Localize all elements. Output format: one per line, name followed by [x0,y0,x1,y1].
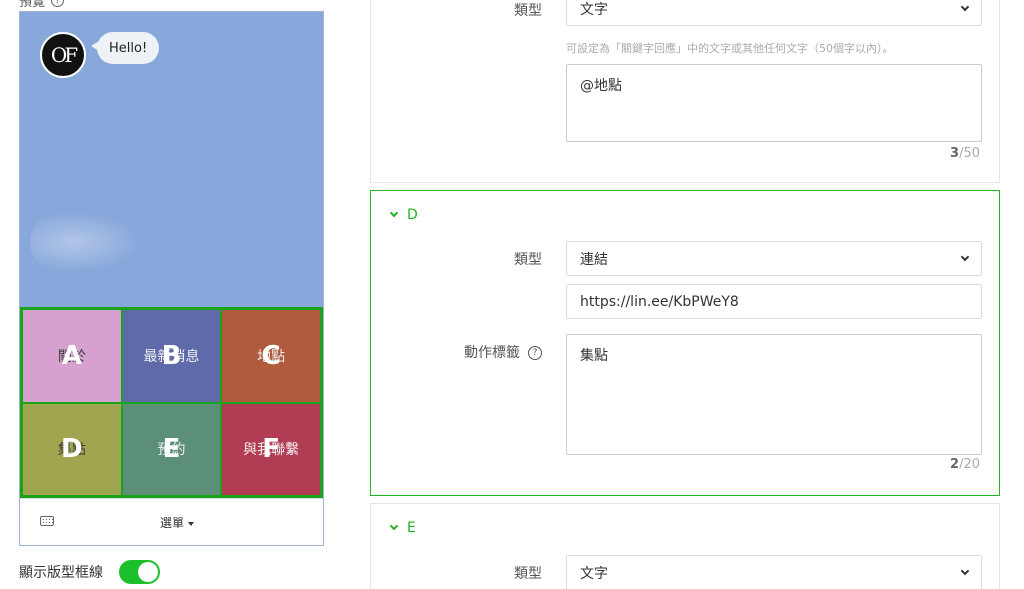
text-textarea[interactable]: @地點 [566,64,982,142]
counter-max: /50 [959,146,980,161]
menu-label: 選單 [160,516,185,530]
chat-footer: 選單 [20,498,323,545]
url-input[interactable]: https://lin.ee/KbPWeY8 [566,284,982,319]
counter-current: 3 [950,146,960,161]
action-label: 動作標籤? [464,342,542,362]
cell-letter: B [161,340,182,371]
section-header-d[interactable]: D [389,207,418,223]
type-select-value: 連結 [580,251,608,268]
action-panel-e: E 類型 文字 [370,503,1000,589]
action-label-textarea[interactable]: 集點 [566,334,982,455]
counter-max: /20 [959,457,980,472]
type-label: 類型 [514,566,542,582]
action-panel-c: 類型 文字 可設定為「關鍵字回應」中的文字或其他任何文字（50個字以內）。 @地… [370,0,1000,183]
counter-current: 2 [950,457,960,472]
chat-area: OF Hello! [20,12,323,307]
character-counter: 3/50 [950,146,980,161]
border-toggle-label: 顯示版型框線 [19,565,103,581]
chevron-down-icon [389,208,399,218]
rich-menu-cell-b[interactable]: 最新消息 B [121,309,222,403]
menu-toggle[interactable]: 選單 [160,514,195,531]
type-select-value: 文字 [580,1,608,18]
caret-down-icon [188,521,195,526]
chevron-down-icon [960,252,970,261]
help-icon[interactable]: ? [528,346,542,360]
type-label: 類型 [514,3,542,19]
border-toggle-switch[interactable] [119,560,160,584]
cell-letter: D [61,434,83,465]
character-counter: 2/20 [950,457,980,472]
preview-title: 預覽 [19,0,46,10]
type-select-value: 文字 [580,565,608,582]
cell-letter: C [261,340,281,371]
rich-menu-cell-a[interactable]: 關於 A [22,309,122,403]
keyboard-icon[interactable] [40,516,54,526]
chevron-down-icon [960,566,970,575]
chevron-down-icon [389,521,399,531]
chat-bubble: Hello! [90,32,160,64]
chevron-down-icon [960,2,970,11]
type-select[interactable]: 文字 [566,555,982,589]
border-toggle-row: 顯示版型框線 [19,560,160,584]
account-avatar: OF [40,32,86,78]
action-label-text: 動作標籤 [464,345,520,361]
text-hint: 可設定為「關鍵字回應」中的文字或其他任何文字（50個字以內）。 [566,42,894,55]
toggle-knob [138,562,158,582]
section-title: E [407,520,416,536]
phone-preview: OF Hello! 關於 A 最新消息 B 地點 C 集點 D 預約 E 與我聯… [19,11,324,546]
cell-letter: A [61,340,82,371]
section-title: D [407,207,418,223]
help-icon[interactable]: ? [51,0,65,7]
background-cloud [30,212,140,272]
preview-label: 預覽 ? [19,0,65,10]
section-header-e[interactable]: E [389,520,416,536]
rich-menu-cell-f[interactable]: 與我聯繫 F [221,402,321,496]
type-select[interactable]: 連結 [566,241,982,276]
rich-menu-cell-c[interactable]: 地點 C [221,309,321,403]
rich-menu-cell-d[interactable]: 集點 D [22,402,122,496]
type-select[interactable]: 文字 [566,0,982,26]
type-label: 類型 [514,252,542,268]
cell-letter: F [262,434,281,465]
cell-letter: E [162,434,181,465]
rich-menu-grid: 關於 A 最新消息 B 地點 C 集點 D 預約 E 與我聯繫 F [20,307,323,498]
action-panel-d: D 類型 連結 https://lin.ee/KbPWeY8 動作標籤? 集點 … [370,190,1000,496]
rich-menu-cell-e[interactable]: 預約 E [121,402,222,496]
